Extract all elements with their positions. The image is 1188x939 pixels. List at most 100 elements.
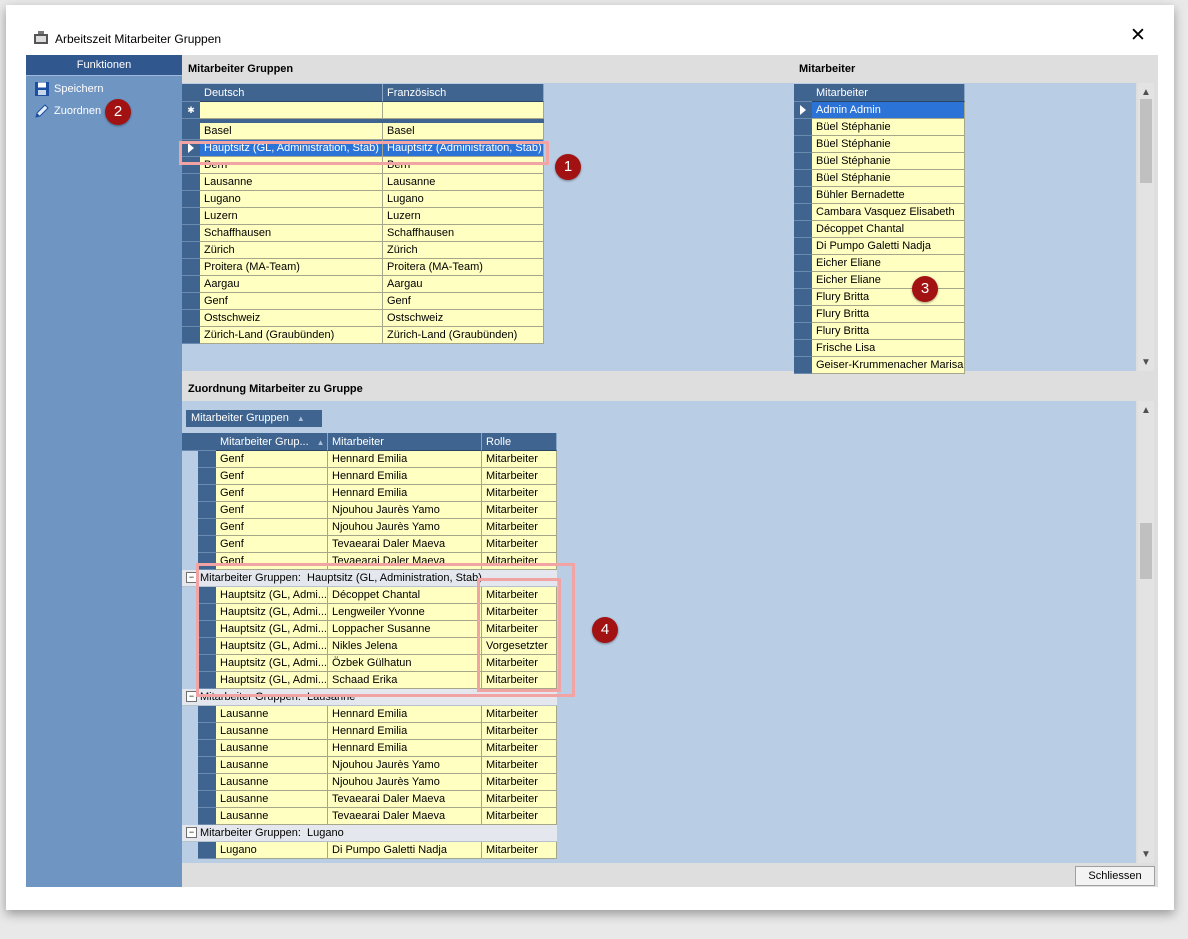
table-cell[interactable]: Hennard Emilia <box>328 740 482 757</box>
row-selector[interactable] <box>182 327 200 344</box>
assignment-scrollbar[interactable]: ▲ ▼ <box>1138 401 1154 863</box>
table-cell[interactable]: Tevaearai Daler Maeva <box>328 536 482 553</box>
column-header-franzoesisch[interactable]: Französisch <box>383 84 544 102</box>
table-cell[interactable]: Mitarbeiter <box>482 740 557 757</box>
list-item[interactable]: Décoppet Chantal <box>812 221 965 238</box>
list-item[interactable]: Flury Britta <box>812 289 965 306</box>
row-selector[interactable] <box>182 225 200 242</box>
row-selector[interactable] <box>794 204 812 221</box>
list-item[interactable]: Flury Britta <box>812 323 965 340</box>
row-selector[interactable] <box>198 791 216 808</box>
column-header-gruppe[interactable]: Mitarbeiter Grup... ▲ <box>216 433 328 451</box>
row-selector[interactable] <box>198 485 216 502</box>
row-selector[interactable] <box>198 468 216 485</box>
list-item[interactable]: Geiser-Krummenacher Marisa <box>812 357 965 374</box>
row-selector[interactable] <box>794 272 812 289</box>
list-item[interactable]: Admin Admin <box>812 102 965 119</box>
scroll-up-icon[interactable]: ▲ <box>1138 405 1154 416</box>
row-selector[interactable] <box>182 191 200 208</box>
row-selector[interactable] <box>794 323 812 340</box>
row-selector[interactable] <box>794 238 812 255</box>
table-cell[interactable]: Lausanne <box>216 808 328 825</box>
table-cell[interactable]: Mitarbeiter <box>482 757 557 774</box>
row-selector[interactable] <box>198 519 216 536</box>
row-selector[interactable] <box>182 123 200 140</box>
row-selector[interactable] <box>198 808 216 825</box>
row-selector[interactable] <box>198 723 216 740</box>
table-cell[interactable]: Zürich-Land (Graubünden) <box>200 327 383 344</box>
table-cell[interactable]: Schaffhausen <box>200 225 383 242</box>
row-selector[interactable] <box>198 536 216 553</box>
table-cell[interactable]: Mitarbeiter <box>482 536 557 553</box>
table-cell[interactable]: Lausanne <box>216 723 328 740</box>
row-selector[interactable] <box>794 119 812 136</box>
list-item[interactable]: Büel Stéphanie <box>812 153 965 170</box>
table-cell[interactable]: Zürich-Land (Graubünden) <box>383 327 544 344</box>
table-cell[interactable]: Mitarbeiter <box>482 502 557 519</box>
table-cell[interactable]: Lugano <box>216 842 328 859</box>
row-selector[interactable] <box>198 706 216 723</box>
list-item[interactable]: Büel Stéphanie <box>812 170 965 187</box>
table-cell[interactable]: Hennard Emilia <box>328 485 482 502</box>
column-header-deutsch[interactable]: Deutsch <box>200 84 383 102</box>
table-cell[interactable]: Schaffhausen <box>383 225 544 242</box>
table-cell[interactable]: Lausanne <box>216 706 328 723</box>
close-icon[interactable]: ✕ <box>1127 26 1149 46</box>
table-cell[interactable]: Mitarbeiter <box>482 451 557 468</box>
sidebar-item-save[interactable]: Speichern <box>34 80 104 98</box>
row-selector[interactable] <box>794 340 812 357</box>
new-row-cell[interactable] <box>200 102 383 119</box>
table-cell[interactable]: Zürich <box>200 242 383 259</box>
list-item[interactable]: Büel Stéphanie <box>812 119 965 136</box>
table-cell[interactable]: Mitarbeiter <box>482 519 557 536</box>
table-cell[interactable]: Lausanne <box>216 791 328 808</box>
table-cell[interactable]: Lausanne <box>216 757 328 774</box>
row-selector[interactable] <box>182 242 200 259</box>
row-selector[interactable] <box>794 306 812 323</box>
scroll-down-icon[interactable]: ▼ <box>1138 357 1154 368</box>
table-cell[interactable]: Lausanne <box>200 174 383 191</box>
row-selector[interactable] <box>182 259 200 276</box>
list-item[interactable]: Di Pumpo Galetti Nadja <box>812 238 965 255</box>
table-cell[interactable]: Aargau <box>383 276 544 293</box>
row-selector[interactable] <box>182 276 200 293</box>
group-by-tab[interactable]: Mitarbeiter Gruppen ▲ <box>186 410 322 427</box>
table-cell[interactable]: Tevaearai Daler Maeva <box>328 808 482 825</box>
employees-scrollbar[interactable]: ▲ ▼ <box>1138 83 1154 371</box>
table-cell[interactable]: Lausanne <box>383 174 544 191</box>
list-item[interactable]: Frische Lisa <box>812 340 965 357</box>
column-header-rolle[interactable]: Rolle <box>482 433 557 451</box>
table-cell[interactable]: Hennard Emilia <box>328 723 482 740</box>
table-cell[interactable]: Zürich <box>383 242 544 259</box>
table-cell[interactable]: Luzern <box>200 208 383 225</box>
collapse-icon[interactable]: − <box>186 827 197 838</box>
table-cell[interactable]: Mitarbeiter <box>482 706 557 723</box>
table-cell[interactable]: Aargau <box>200 276 383 293</box>
table-cell[interactable]: Genf <box>383 293 544 310</box>
table-cell[interactable]: Hennard Emilia <box>328 706 482 723</box>
list-item[interactable]: Bühler Bernadette <box>812 187 965 204</box>
scroll-down-icon[interactable]: ▼ <box>1138 849 1154 860</box>
table-cell[interactable]: Genf <box>216 519 328 536</box>
table-cell[interactable]: Genf <box>216 468 328 485</box>
table-cell[interactable]: Tevaearai Daler Maeva <box>328 791 482 808</box>
table-cell[interactable]: Ostschweiz <box>383 310 544 327</box>
row-pointer-icon[interactable] <box>794 102 812 119</box>
table-cell[interactable]: Hennard Emilia <box>328 468 482 485</box>
table-cell[interactable]: Luzern <box>383 208 544 225</box>
table-cell[interactable]: Njouhou Jaurès Yamo <box>328 502 482 519</box>
row-selector[interactable] <box>794 170 812 187</box>
column-header-mitarbeiter[interactable]: Mitarbeiter <box>328 433 482 451</box>
table-cell[interactable]: Njouhou Jaurès Yamo <box>328 519 482 536</box>
row-selector[interactable] <box>794 255 812 272</box>
list-item[interactable]: Cambara Vasquez Elisabeth <box>812 204 965 221</box>
table-cell[interactable]: Lugano <box>383 191 544 208</box>
table-cell[interactable]: Lausanne <box>216 740 328 757</box>
row-selector[interactable] <box>794 187 812 204</box>
row-selector[interactable] <box>794 289 812 306</box>
sidebar-item-assign[interactable]: Zuordnen <box>34 102 101 120</box>
table-cell[interactable]: Mitarbeiter <box>482 774 557 791</box>
table-cell[interactable]: Njouhou Jaurès Yamo <box>328 774 482 791</box>
row-selector[interactable] <box>794 357 812 374</box>
table-cell[interactable]: Ostschweiz <box>200 310 383 327</box>
